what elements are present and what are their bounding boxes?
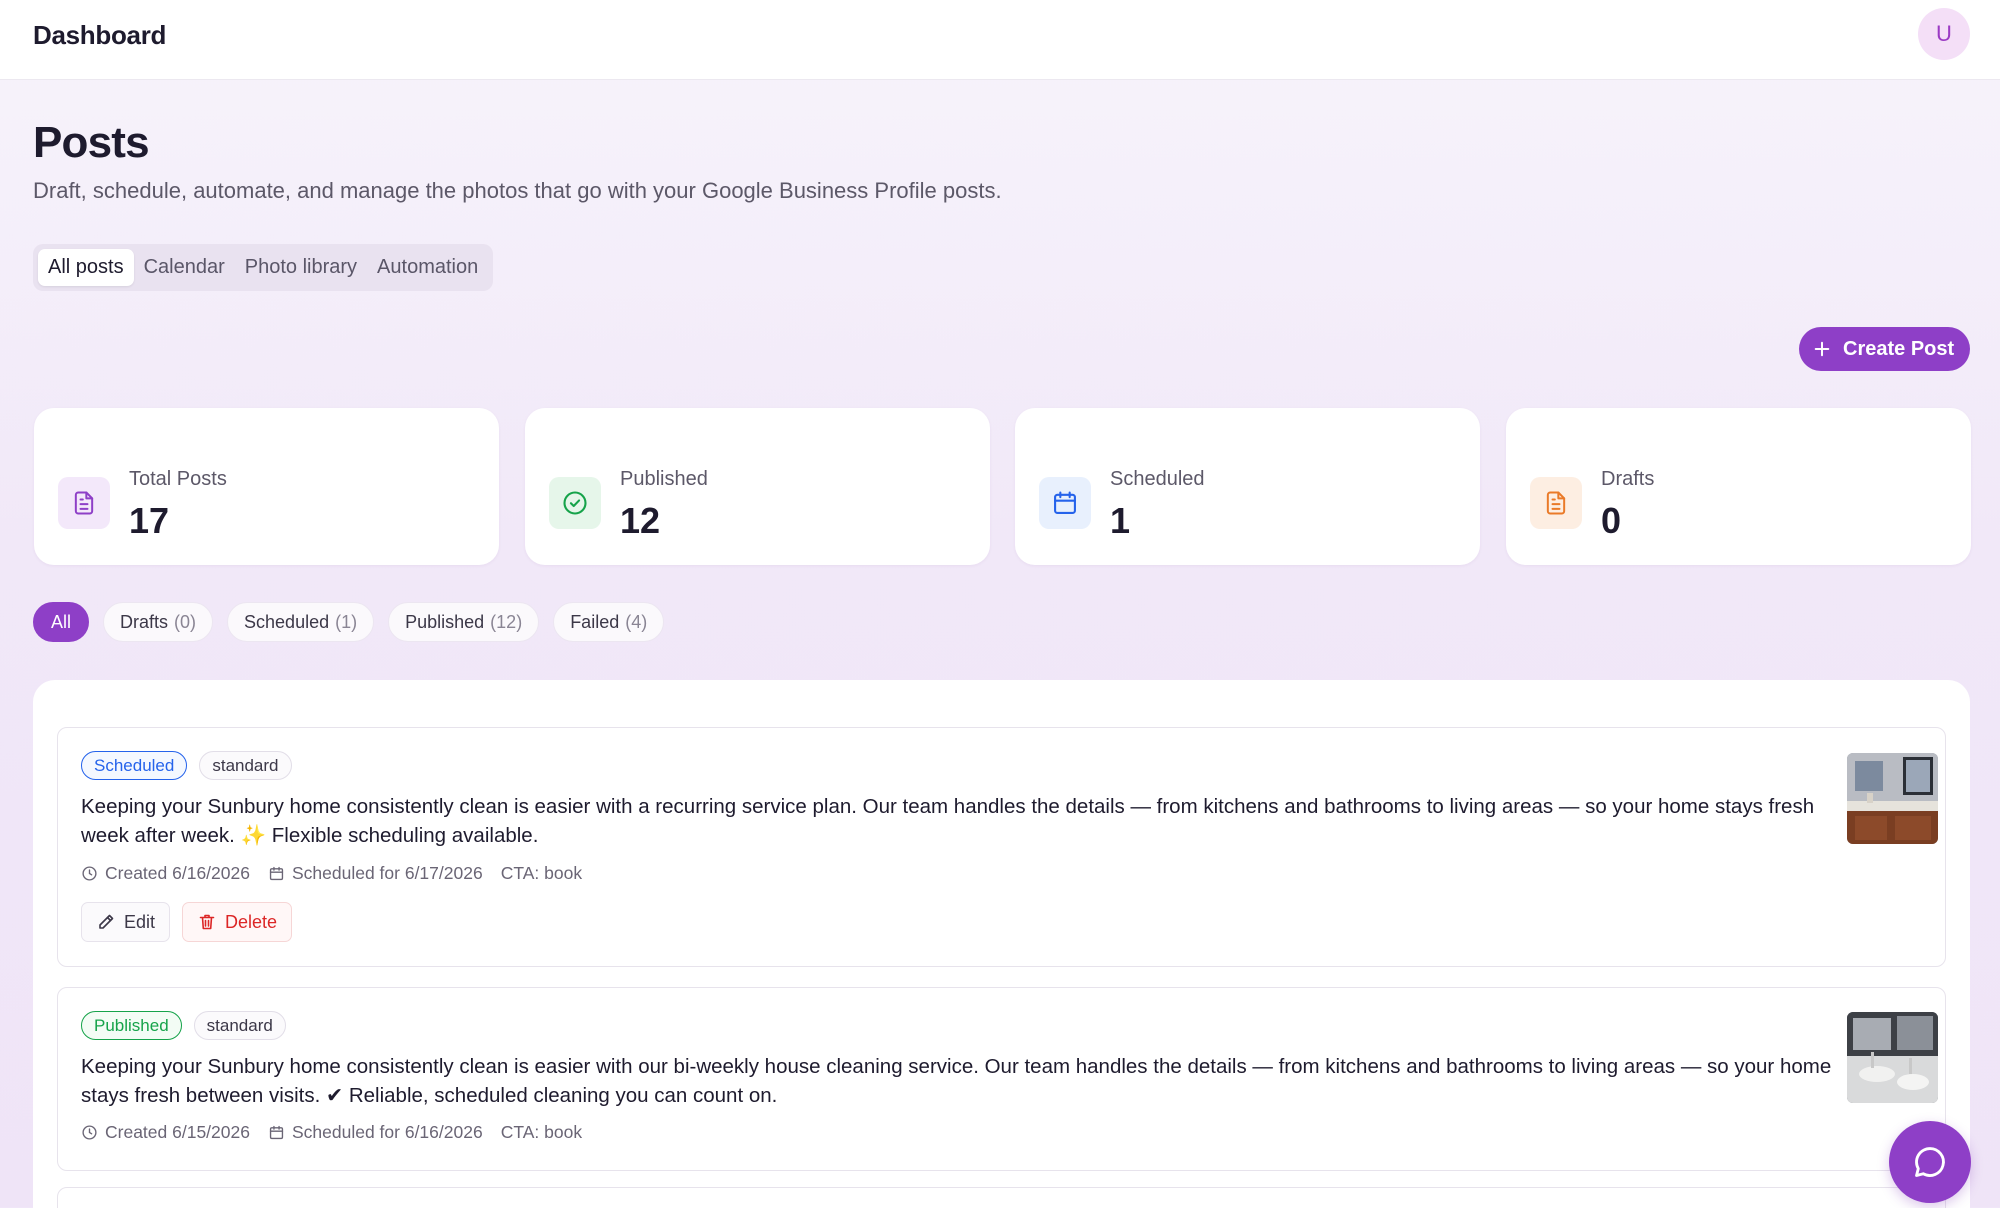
stat-card-scheduled: Scheduled 1 xyxy=(1015,408,1480,565)
stat-label: Drafts xyxy=(1601,468,1655,490)
status-badge: Published xyxy=(81,1011,182,1040)
stat-label: Published xyxy=(620,468,708,490)
top-bar: Dashboard U xyxy=(0,0,2000,80)
stat-value: 1 xyxy=(1110,500,1131,541)
delete-button[interactable]: Delete xyxy=(182,902,293,942)
tab-all-posts[interactable]: All posts xyxy=(38,249,134,286)
post-actions: Edit Delete xyxy=(81,902,293,942)
calendar-icon xyxy=(269,1125,284,1140)
tab-automation[interactable]: Automation xyxy=(367,249,488,286)
edit-button[interactable]: Edit xyxy=(81,902,171,942)
filter-label: Failed xyxy=(570,611,620,632)
create-post-button[interactable]: Create Post xyxy=(1799,327,1971,371)
stat-label: Scheduled xyxy=(1110,468,1205,490)
filter-label: Published xyxy=(405,611,485,632)
posts-panel: Scheduled standard Keeping your Sunbury … xyxy=(33,680,1970,1208)
trash-icon xyxy=(199,914,215,930)
cta-text: CTA: book xyxy=(500,1122,583,1142)
filter-count: (4) xyxy=(625,611,648,632)
filter-all[interactable]: All xyxy=(33,602,90,642)
post-badges: Scheduled standard xyxy=(81,751,292,780)
document-icon xyxy=(58,477,110,529)
filter-label: All xyxy=(51,611,72,632)
clock-icon xyxy=(82,1125,97,1140)
post-text: Keeping your Sunbury home consistently c… xyxy=(81,795,1815,847)
app-brand[interactable]: Dashboard xyxy=(33,20,166,51)
post-photo-thumbnail[interactable] xyxy=(1847,1012,1938,1103)
filter-label: Drafts xyxy=(120,611,169,632)
scheduled-date: Scheduled for 6/17/2026 xyxy=(268,863,483,884)
stat-value: 0 xyxy=(1601,500,1622,541)
tab-calendar[interactable]: Calendar xyxy=(134,249,235,286)
clock-icon xyxy=(82,866,97,881)
status-badge: Scheduled xyxy=(81,751,188,780)
check-circle-icon xyxy=(549,477,601,529)
plus-icon xyxy=(1814,341,1830,357)
post-badges: Published standard xyxy=(81,1011,286,1040)
post-card: Scheduled standard Keeping your Sunbury … xyxy=(57,727,1946,967)
stat-card-total-posts: Total Posts 17 xyxy=(34,408,499,565)
scheduled-text: Scheduled for 6/17/2026 xyxy=(291,863,483,883)
document-icon xyxy=(1530,477,1582,529)
filter-published[interactable]: Published (12) xyxy=(388,602,540,642)
created-date: Created 6/16/2026 xyxy=(81,863,250,884)
calendar-icon xyxy=(1039,477,1091,529)
post-card xyxy=(57,1187,1946,1208)
post-card: Published standard Keeping your Sunbury … xyxy=(57,987,1946,1171)
stat-value: 12 xyxy=(620,500,661,541)
chat-bubble-icon xyxy=(1915,1147,1945,1177)
filter-count: (0) xyxy=(174,611,197,632)
post-photo-thumbnail[interactable] xyxy=(1847,753,1938,844)
post-meta: Created 6/15/2026 Scheduled for 6/16/202… xyxy=(81,1122,582,1143)
chat-button[interactable] xyxy=(1889,1121,1971,1203)
scheduled-date: Scheduled for 6/16/2026 xyxy=(268,1122,483,1143)
post-meta: Created 6/16/2026 Scheduled for 6/17/202… xyxy=(81,863,582,884)
calendar-icon xyxy=(269,866,284,881)
page-subtitle: Draft, schedule, automate, and manage th… xyxy=(33,178,1002,203)
filter-label: Scheduled xyxy=(244,611,330,632)
stat-label: Total Posts xyxy=(129,468,227,490)
edit-label: Edit xyxy=(124,911,156,932)
filter-failed[interactable]: Failed (4) xyxy=(553,602,665,642)
tab-bar: All posts Calendar Photo library Automat… xyxy=(33,244,494,291)
created-date: Created 6/15/2026 xyxy=(81,1122,250,1143)
stat-value: 17 xyxy=(129,500,170,541)
tab-photo-library[interactable]: Photo library xyxy=(235,249,367,286)
stat-card-drafts: Drafts 0 xyxy=(1506,408,1971,565)
filter-scheduled[interactable]: Scheduled (1) xyxy=(227,602,375,642)
pencil-icon xyxy=(99,914,114,929)
filter-count: (12) xyxy=(490,611,523,632)
created-text: Created 6/16/2026 xyxy=(105,863,250,883)
user-avatar[interactable]: U xyxy=(1918,8,1970,60)
created-text: Created 6/15/2026 xyxy=(105,1122,250,1142)
create-post-label: Create Post xyxy=(1843,337,1955,360)
post-type-badge: standard xyxy=(199,751,292,780)
delete-label: Delete xyxy=(225,911,278,932)
status-filter-bar: All Drafts (0) Scheduled (1) Published (12)… xyxy=(33,602,665,642)
page-title: Posts xyxy=(33,118,150,167)
post-type-badge: standard xyxy=(193,1011,286,1040)
filter-count: (1) xyxy=(335,611,358,632)
stat-card-published: Published 12 xyxy=(525,408,990,565)
filter-drafts[interactable]: Drafts (0) xyxy=(103,602,214,642)
post-text: Keeping your Sunbury home consistently c… xyxy=(81,1055,1832,1107)
scheduled-text: Scheduled for 6/16/2026 xyxy=(291,1122,483,1142)
cta-text: CTA: book xyxy=(500,863,583,883)
